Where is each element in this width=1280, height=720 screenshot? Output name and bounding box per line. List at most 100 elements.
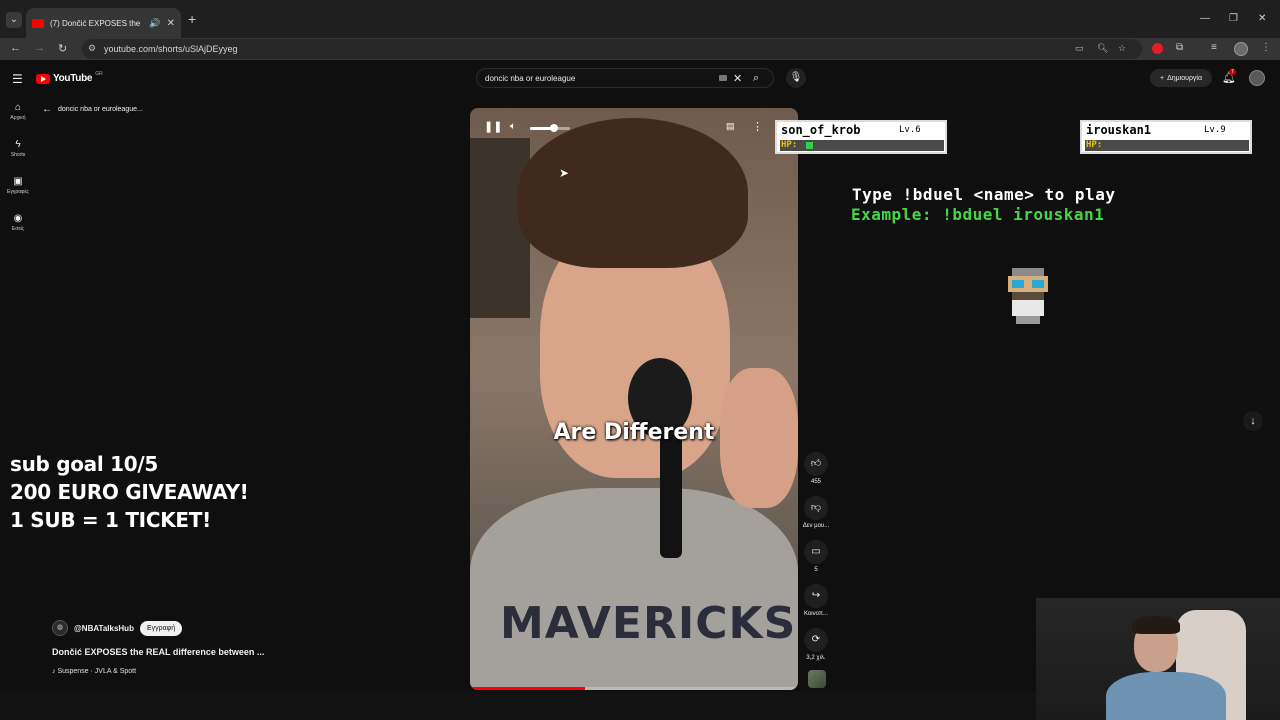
reload-icon[interactable]: ↻	[58, 42, 67, 55]
back-arrow-icon: ←	[42, 104, 52, 115]
more-options-icon[interactable]: ⋮	[752, 120, 763, 133]
back-to-search-link[interactable]: ← doncic nba or euroleague...	[42, 104, 143, 115]
pause-icon[interactable]: ❚❚	[484, 120, 502, 133]
youtube-header: ☰ YouTube GR doncic nba or euroleague ✕ …	[0, 60, 1280, 96]
search-input[interactable]: doncic nba or euroleague	[485, 74, 575, 83]
tab-list-chevron-down-icon[interactable]: ⌄	[6, 12, 22, 28]
back-label: doncic nba or euroleague...	[58, 106, 143, 113]
sub-goal-line: sub goal 10/5	[10, 452, 158, 476]
profile-avatar[interactable]	[1234, 42, 1248, 56]
comment-count: 5	[814, 567, 818, 573]
volume-icon[interactable]: 🔈︎	[510, 121, 516, 132]
guide-item-subscriptions[interactable]: ▣ Εγγραφές	[0, 176, 36, 195]
share-label: Κοινοπ...	[804, 611, 828, 617]
guide-item-home[interactable]: ⌂ Αρχική	[0, 102, 36, 121]
guide-label: Shorts	[10, 152, 26, 158]
next-short-arrow-down-icon[interactable]: ↓	[1243, 411, 1263, 431]
captions-icon[interactable]: ▤	[726, 121, 735, 132]
music-credit[interactable]: ♪ Suspense · JVLA & Spott	[52, 668, 136, 675]
you-icon: ◉	[13, 213, 23, 224]
shorts-icon: ϟ	[15, 139, 21, 150]
restore-icon[interactable]: ❐	[1229, 13, 1238, 24]
voice-search-mic-icon[interactable]: 🎙︎	[786, 68, 806, 88]
new-tab-plus-icon[interactable]: +	[188, 12, 196, 26]
keyboard-icon[interactable]	[719, 75, 727, 81]
pixel-character-sprite	[1008, 268, 1048, 324]
back-arrow-icon[interactable]: ←	[10, 42, 21, 54]
channel-avatar[interactable]: ◍	[52, 620, 68, 636]
ticket-line: 1 SUB = 1 TICKET!	[10, 508, 211, 532]
youtube-wordmark: YouTube	[53, 73, 93, 84]
bookmark-star-icon[interactable]: ☆	[1118, 43, 1126, 54]
notification-count-badge: 7	[1229, 69, 1236, 75]
search-box[interactable]: doncic nba or euroleague ✕ ⌕	[476, 68, 774, 88]
guide-item-shorts[interactable]: ϟ Shorts	[0, 139, 36, 158]
speaker-icon[interactable]: 🔊	[149, 18, 160, 29]
extension-red-icon[interactable]	[1152, 43, 1163, 54]
video-hair	[518, 118, 748, 268]
install-app-icon[interactable]: ▭	[1075, 43, 1084, 54]
guide-item-you[interactable]: ◉ Εσείς	[0, 213, 36, 232]
share-button[interactable]: ↪ Κοινοπ...	[800, 584, 832, 617]
remix-icon: ⟳	[804, 628, 828, 652]
video-progress-bar[interactable]	[470, 687, 798, 690]
browser-menu-icon[interactable]: ⋮	[1261, 42, 1271, 53]
zoom-icon[interactable]: 🔍︎	[1097, 43, 1108, 54]
video-title[interactable]: Dončić EXPOSES the REAL difference betwe…	[52, 647, 264, 657]
shirt-lettering: MAVERICKS	[500, 598, 797, 649]
tab-title: (7) Dončić EXPOSES the REAL	[50, 18, 143, 28]
guide-label: Εγγραφές	[7, 189, 29, 195]
region-code: GR	[95, 70, 103, 77]
player-card-2: irouskan1 Lv.9 HP:	[1080, 120, 1252, 154]
player-name: son_of_krob	[781, 123, 861, 137]
volume-knob[interactable]	[550, 124, 558, 132]
browser-tab-bar: ⌄ (7) Dončić EXPOSES the REAL 🔊 ✕ + — ❐ …	[0, 0, 1280, 38]
sound-thumbnail[interactable]	[808, 670, 826, 688]
channel-handle[interactable]: @NBATalksHub	[74, 624, 134, 633]
mouse-cursor-icon: ➤	[559, 166, 570, 180]
guide-label: Αρχική	[10, 115, 26, 121]
shorts-video-player[interactable]: MAVERICKS Are Different ❚❚ 🔈︎ ▤ ⋮ ➤	[470, 108, 798, 690]
browser-toolbar: ← → ↻ ⚙ youtube.com/shorts/uSlAjDEyyeg ▭…	[0, 38, 1280, 60]
comments-button[interactable]: ▭ 5	[800, 540, 832, 573]
volume-slider[interactable]	[530, 124, 570, 132]
media-control-icon[interactable]: ≡	[1211, 42, 1217, 53]
dislike-button[interactable]: 👎︎ Δεν μου...	[800, 496, 832, 529]
player-card-1: son_of_krob Lv.6 HP:	[775, 120, 947, 154]
close-icon[interactable]: ✕	[167, 18, 175, 29]
like-icon: 👍︎	[804, 452, 828, 476]
webcam-hair	[1132, 616, 1180, 634]
player-level: Lv.6	[899, 125, 921, 135]
subscribe-button[interactable]: Εγγραφή	[139, 620, 183, 636]
remix-button[interactable]: ⟳ 3,2 χιλ.	[800, 628, 832, 661]
microphone-handle	[660, 428, 682, 558]
dislike-icon: 👎︎	[804, 496, 828, 520]
forward-arrow-icon[interactable]: →	[34, 42, 45, 54]
bottom-strip	[0, 692, 1036, 720]
home-icon: ⌂	[14, 102, 22, 113]
giveaway-line: 200 EURO GIVEAWAY!	[10, 480, 249, 504]
share-icon: ↪	[804, 584, 828, 608]
webcam-body	[1106, 672, 1226, 720]
like-count: 455	[810, 479, 821, 485]
browser-tab[interactable]: (7) Dončić EXPOSES the REAL 🔊 ✕	[26, 8, 181, 38]
address-bar[interactable]: ⚙ youtube.com/shorts/uSlAjDEyyeg	[82, 39, 1142, 59]
account-avatar[interactable]	[1249, 70, 1265, 86]
channel-row: ◍ @NBATalksHub Εγγραφή	[52, 620, 183, 636]
url-text: youtube.com/shorts/uSlAjDEyyeg	[104, 44, 238, 54]
hp-label: HP:	[1086, 140, 1103, 150]
video-shirt	[470, 488, 798, 690]
site-info-icon[interactable]: ⚙	[88, 43, 96, 54]
search-icon[interactable]: ⌕	[753, 72, 759, 85]
youtube-favicon-icon	[32, 18, 44, 28]
duel-instruction: Type !bduel <name> to play	[852, 185, 1116, 204]
clear-search-icon[interactable]: ✕	[733, 72, 742, 85]
minimize-icon[interactable]: —	[1200, 13, 1210, 24]
youtube-logo[interactable]: YouTube GR	[36, 70, 103, 84]
create-button[interactable]: + Δημιουργία	[1150, 69, 1212, 87]
window-close-icon[interactable]: ✕	[1258, 13, 1266, 24]
extensions-puzzle-icon[interactable]: ⧉	[1176, 42, 1183, 53]
hamburger-menu-icon[interactable]: ☰	[12, 72, 23, 86]
like-button[interactable]: 👍︎ 455	[800, 452, 832, 485]
duel-example: Example: !bduel irouskan1	[851, 205, 1105, 224]
